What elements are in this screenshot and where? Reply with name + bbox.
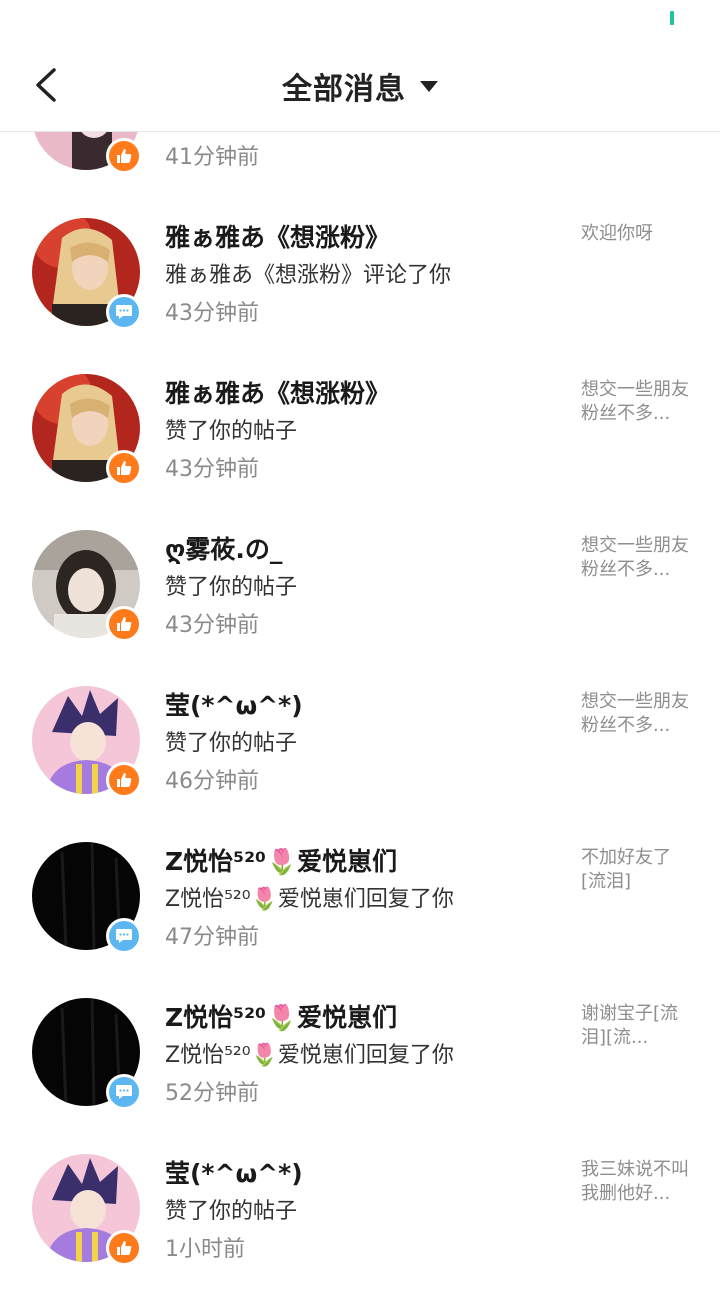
- avatar[interactable]: [32, 998, 142, 1110]
- list-item[interactable]: Z悦怡⁵²⁰🌷爱悦崽们 Z悦怡⁵²⁰🌷爱悦崽们回复了你 47分钟前 不加好友了[…: [0, 842, 720, 998]
- message-preview: 想交一些朋友粉丝不多...: [581, 535, 689, 580]
- message-action: 赞了你的帖子: [165, 731, 298, 756]
- message-preview: 想交一些朋友粉丝不多...: [581, 691, 689, 736]
- message-preview: 想交一些朋友粉丝不多...: [581, 379, 689, 424]
- avatar[interactable]: [32, 374, 142, 486]
- message-filter-dropdown[interactable]: 全部消息: [0, 64, 720, 108]
- message-preview: 不加好友了[流泪]: [581, 847, 671, 892]
- comment-badge-icon: [106, 294, 142, 330]
- message-time: 1小时前: [165, 1237, 245, 1262]
- like-badge-icon: [106, 1230, 142, 1266]
- message-preview: 欢迎你呀: [581, 223, 653, 244]
- message-list[interactable]: 41分钟前 雅ぁ雅あ《想涨粉》 雅ぁ雅あ《想涨粉》评论了你 43分钟前 欢迎你呀: [0, 0, 720, 1280]
- list-item[interactable]: 莹(*^ω^*) 赞了你的帖子 46分钟前 想交一些朋友粉丝不多...: [0, 686, 720, 842]
- like-badge-icon: [106, 138, 142, 174]
- list-item[interactable]: 雅ぁ雅あ《想涨粉》 雅ぁ雅あ《想涨粉》评论了你 43分钟前 欢迎你呀: [0, 218, 720, 374]
- nav-header: 全部消息: [0, 40, 720, 132]
- message-action: 赞了你的帖子: [165, 575, 298, 600]
- message-action: 赞了你的帖子: [165, 1199, 298, 1224]
- message-action: 赞了你的帖子: [165, 419, 298, 444]
- message-preview: 谢谢宝子[流泪][流...: [581, 1003, 679, 1048]
- page-title: 全部消息: [282, 72, 406, 107]
- avatar[interactable]: [32, 842, 142, 954]
- message-time: 46分钟前: [165, 769, 259, 794]
- avatar[interactable]: [32, 530, 142, 642]
- sender-name[interactable]: 莹(*^ω^*): [165, 1154, 303, 1190]
- sender-name[interactable]: Z悦怡⁵²⁰🌷爱悦崽们: [165, 842, 397, 878]
- message-action: Z悦怡⁵²⁰🌷爱悦崽们回复了你: [165, 887, 454, 912]
- message-time: 47分钟前: [165, 925, 259, 950]
- message-time: 43分钟前: [165, 301, 259, 326]
- list-item[interactable]: 雅ぁ雅あ《想涨粉》 赞了你的帖子 43分钟前 想交一些朋友粉丝不多...: [0, 374, 720, 530]
- list-item[interactable]: Z悦怡⁵²⁰🌷爱悦崽们 Z悦怡⁵²⁰🌷爱悦崽们回复了你 52分钟前 谢谢宝子[流…: [0, 998, 720, 1154]
- avatar[interactable]: [32, 686, 142, 798]
- message-time: 43分钟前: [165, 457, 259, 482]
- list-item[interactable]: ღ雾莜.の_ 赞了你的帖子 43分钟前 想交一些朋友粉丝不多...: [0, 530, 720, 686]
- sender-name[interactable]: ღ雾莜.の_: [165, 530, 282, 566]
- like-badge-icon: [106, 606, 142, 642]
- message-time: 52分钟前: [165, 1081, 259, 1106]
- avatar[interactable]: [32, 1154, 142, 1266]
- avatar[interactable]: [32, 218, 142, 330]
- comment-badge-icon: [106, 918, 142, 954]
- message-time: 43分钟前: [165, 613, 259, 638]
- message-time: 41分钟前: [165, 145, 259, 170]
- sender-name[interactable]: 莹(*^ω^*): [165, 686, 303, 722]
- comment-badge-icon: [106, 1074, 142, 1110]
- message-preview: 我三妹说不叫我删他好...: [581, 1159, 689, 1204]
- like-badge-icon: [106, 450, 142, 486]
- sender-name[interactable]: Z悦怡⁵²⁰🌷爱悦崽们: [165, 998, 397, 1034]
- sender-name[interactable]: 雅ぁ雅あ《想涨粉》: [165, 218, 390, 254]
- message-action: Z悦怡⁵²⁰🌷爱悦崽们回复了你: [165, 1043, 454, 1068]
- list-item[interactable]: 莹(*^ω^*) 赞了你的帖子 1小时前 我三妹说不叫我删他好...: [0, 1154, 720, 1310]
- chevron-down-icon: [420, 80, 438, 92]
- like-badge-icon: [106, 762, 142, 798]
- sender-name[interactable]: 雅ぁ雅あ《想涨粉》: [165, 374, 390, 410]
- message-action: 雅ぁ雅あ《想涨粉》评论了你: [165, 263, 452, 288]
